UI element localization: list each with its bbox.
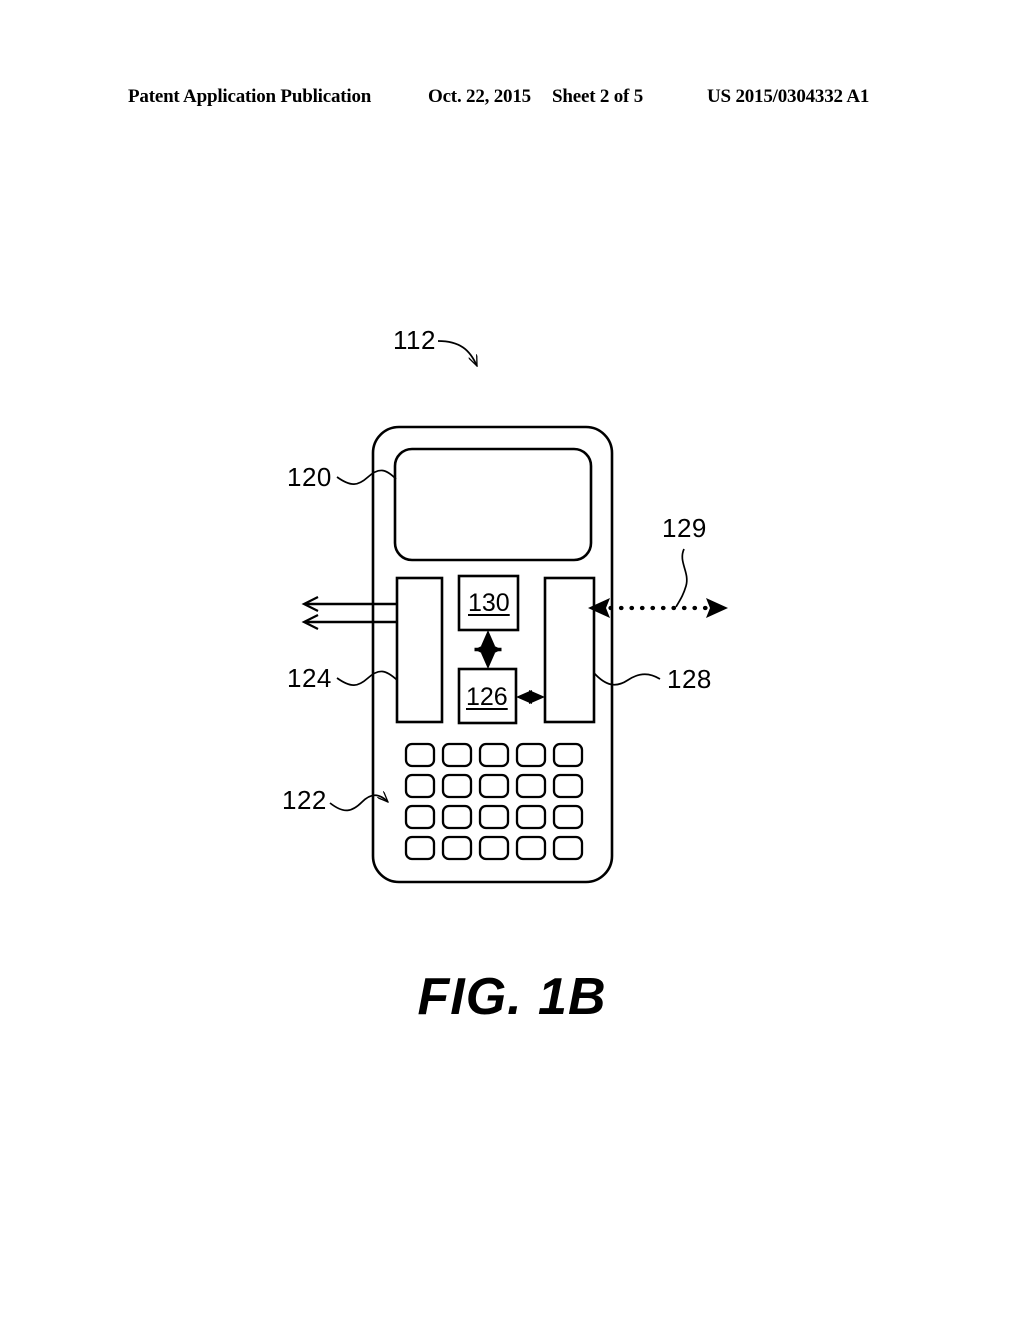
leader-line-112 — [437, 340, 478, 366]
keypad-key[interactable] — [552, 835, 584, 861]
keypad-key[interactable] — [441, 804, 473, 830]
keypad-key[interactable] — [515, 835, 547, 861]
keypad-key[interactable] — [515, 773, 547, 799]
display-screen — [393, 447, 593, 562]
ref-label-wireless-link: 129 — [662, 513, 707, 543]
keypad-key[interactable] — [515, 742, 547, 768]
keypad-key[interactable] — [404, 773, 436, 799]
right-interface-block — [543, 576, 596, 724]
keypad-key[interactable] — [552, 804, 584, 830]
keypad-key[interactable] — [441, 742, 473, 768]
left-interface-block — [395, 576, 444, 724]
block-label-processor: 126 — [466, 683, 508, 711]
ref-label-display: 120 — [287, 462, 332, 492]
figure-caption: FIG. 1B — [417, 968, 607, 1026]
keypad-key[interactable] — [441, 773, 473, 799]
block-label-memory: 130 — [468, 589, 510, 617]
patent-figure-1b: 112 120 124 122 129 128 130 126 FIG. 1B — [0, 0, 1024, 1320]
ref-label-device: 112 — [393, 325, 436, 355]
keypad-key[interactable] — [478, 835, 510, 861]
keypad-key[interactable] — [552, 742, 584, 768]
keypad-key[interactable] — [515, 804, 547, 830]
figure-drawing — [301, 340, 728, 884]
keypad-key[interactable] — [441, 835, 473, 861]
keypad-key[interactable] — [478, 804, 510, 830]
keypad-key[interactable] — [552, 773, 584, 799]
keypad-key[interactable] — [478, 773, 510, 799]
keypad-key[interactable] — [404, 742, 436, 768]
ref-label-keypad: 122 — [282, 785, 327, 815]
keypad-key[interactable] — [404, 804, 436, 830]
keypad-key[interactable] — [478, 742, 510, 768]
keypad-key[interactable] — [404, 835, 436, 861]
leader-line-129 — [675, 548, 688, 608]
ref-label-left-interface-block: 124 — [287, 663, 332, 693]
ref-label-right-interface-block: 128 — [667, 664, 712, 694]
